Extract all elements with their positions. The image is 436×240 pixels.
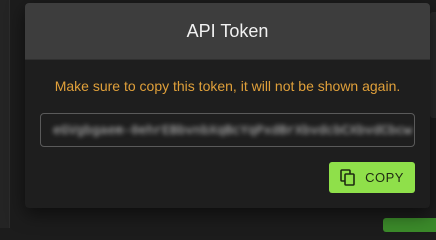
token-field[interactable]: eGVgbgaem-0ehrEBbvnbXqBcYqPxdBrXbvdcbCXb…	[40, 113, 415, 147]
background-action-button	[383, 218, 436, 232]
background-sidebar-edge	[0, 0, 10, 228]
token-warning-text: Make sure to copy this token, it will no…	[54, 78, 401, 94]
copy-button-label: COPY	[365, 170, 404, 185]
dialog-title: API Token	[186, 20, 269, 41]
background-panel-edge	[430, 12, 436, 118]
dialog-header: API Token	[25, 3, 430, 60]
copy-button[interactable]: COPY	[329, 162, 415, 193]
copy-icon	[340, 168, 356, 187]
dialog-body: Make sure to copy this token, it will no…	[25, 78, 430, 193]
dialog-actions: COPY	[40, 162, 415, 193]
api-token-dialog: API Token Make sure to copy this token, …	[25, 3, 430, 208]
token-value[interactable]: eGVgbgaem-0ehrEBbvnbXqBcYqPxdBrXbvdcbCXb…	[53, 123, 412, 138]
